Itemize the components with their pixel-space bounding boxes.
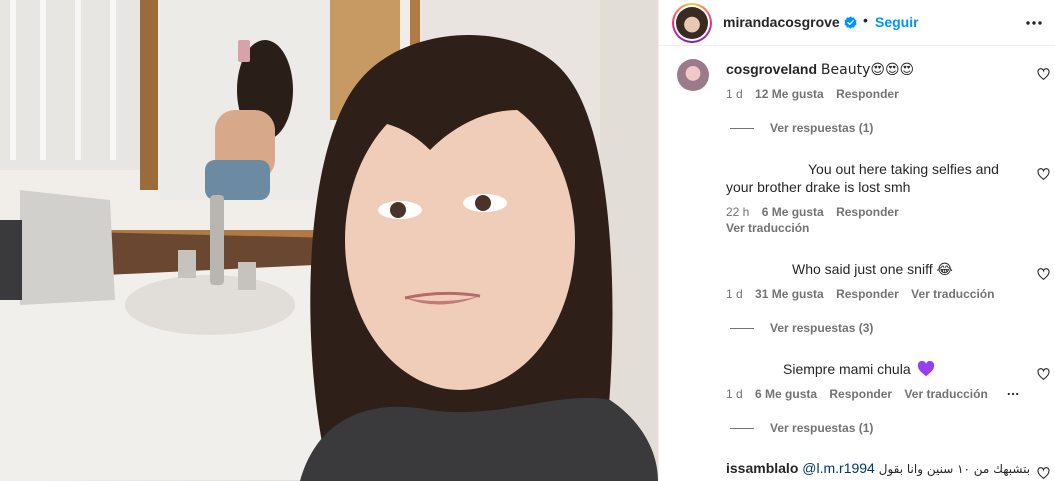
comment-time: 1 d	[726, 87, 743, 101]
like-heart-icon[interactable]	[1037, 467, 1050, 480]
post-side-panel: mirandacosgrove • Seguir cosgroveland Be…	[658, 0, 1055, 481]
comment-options-icon[interactable]	[1006, 387, 1020, 401]
comment-meta: 1 d 6 Me gusta Responder Ver traducción	[726, 387, 997, 401]
author-avatar[interactable]	[672, 3, 712, 43]
comment-text: your brother drake is lost smh	[726, 179, 911, 195]
comment-body: Siempre mami chula	[783, 360, 935, 378]
comment-text: Siempre mami chula	[783, 361, 911, 377]
comment-meta: Ver traducción	[726, 221, 818, 235]
comment-time: 1 d	[726, 287, 743, 301]
like-heart-icon[interactable]	[1037, 168, 1050, 181]
comment-time: 1 d	[726, 387, 743, 401]
comment-username[interactable]: issamblalo	[726, 460, 798, 476]
translate-button[interactable]: Ver traducción	[904, 387, 987, 401]
comment-text: بتشبهك من ١٠ سنين وانا بقول	[878, 462, 1031, 476]
reply-button[interactable]: Responder	[836, 87, 899, 101]
like-heart-icon[interactable]	[1037, 68, 1050, 81]
reply-button[interactable]: Responder	[836, 287, 899, 301]
comment-body-line2: your brother drake is lost smh	[726, 178, 910, 196]
comment-body: issamblalo @l.m.r1994 بتشبهك من ١٠ سنين …	[726, 459, 1030, 478]
comment-body: cosgroveland Beauty😍😍😍	[726, 60, 914, 79]
commenter-avatar[interactable]	[677, 59, 709, 91]
comment-text: Who said just one sniff	[792, 261, 933, 277]
comment-meta: 1 d 31 Me gusta Responder Ver traducción	[726, 287, 1003, 301]
comment-meta: 22 h 6 Me gusta Responder	[726, 205, 908, 219]
comment-emoji: 😂	[936, 262, 953, 278]
comment-username[interactable]: cosgroveland	[726, 61, 817, 77]
view-replies-button[interactable]: Ver respuestas (1)	[730, 121, 873, 135]
reply-button[interactable]: Responder	[829, 387, 892, 401]
view-replies-button[interactable]: Ver respuestas (3)	[730, 321, 873, 335]
translate-button[interactable]: Ver traducción	[911, 287, 994, 301]
comment-likes[interactable]: 12 Me gusta	[755, 87, 824, 101]
comment-meta: 1 d 12 Me gusta Responder	[726, 87, 908, 101]
like-heart-icon[interactable]	[1037, 268, 1050, 281]
comment-likes[interactable]: 31 Me gusta	[755, 287, 824, 301]
comment-likes[interactable]: 6 Me gusta	[762, 205, 824, 219]
view-replies-button[interactable]: Ver respuestas (1)	[730, 421, 873, 435]
reply-button[interactable]: Responder	[836, 205, 899, 219]
purple-heart-icon	[917, 360, 934, 377]
comment-body: You out here taking selfies and	[808, 160, 999, 178]
comment-body: Who said just one sniff 😂	[792, 260, 953, 279]
comment-likes[interactable]: 6 Me gusta	[755, 387, 817, 401]
selfie-image	[0, 0, 658, 481]
translate-button[interactable]: Ver traducción	[726, 221, 809, 235]
comment-text: You out here taking selfies and	[808, 161, 999, 177]
comment-text: Beauty😍😍😍	[820, 62, 915, 78]
post-photo[interactable]	[0, 0, 658, 481]
comment-mention[interactable]: @l.m.r1994	[802, 460, 875, 476]
comments-list[interactable]: cosgroveland Beauty😍😍😍 1 d 12 Me gusta R…	[659, 47, 1055, 481]
comment-time: 22 h	[726, 205, 750, 219]
follow-button[interactable]: Seguir	[875, 14, 919, 30]
post-header: mirandacosgrove • Seguir	[659, 0, 1055, 46]
verified-badge-icon	[844, 16, 857, 29]
author-username[interactable]: mirandacosgrove	[723, 14, 840, 30]
like-heart-icon[interactable]	[1037, 368, 1050, 381]
header-separator: •	[863, 12, 868, 28]
more-options-icon[interactable]	[1024, 13, 1044, 33]
